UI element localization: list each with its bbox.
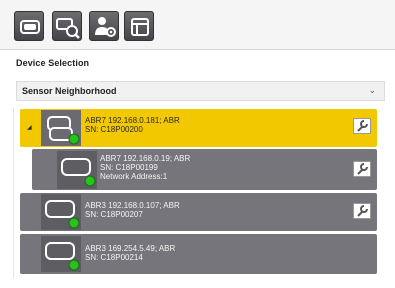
window-layout-button[interactable]	[124, 11, 154, 41]
device-search-button[interactable]	[52, 11, 82, 41]
sensor-device-icon	[41, 236, 81, 272]
tree-border	[13, 108, 14, 278]
window-layout-icon	[131, 18, 149, 36]
toolbar	[0, 0, 395, 50]
user-settings-button[interactable]	[89, 11, 119, 41]
configure-button[interactable]	[353, 203, 371, 219]
device-info: ABR7 192.168.0.19; ABR SN: C18P00199 Net…	[100, 154, 190, 181]
device-button[interactable]	[14, 11, 44, 41]
device-info: ABR7 192.168.0.181; ABR SN: C18P00200	[85, 116, 180, 134]
expand-arrow-icon[interactable]: ◢	[27, 124, 32, 131]
device-name: ABR7 192.168.0.181; ABR	[85, 116, 180, 125]
sensor-device-icon	[41, 194, 81, 230]
device-search-icon	[56, 18, 80, 39]
device-serial: SN: C18P00200	[85, 125, 143, 134]
wrench-icon	[357, 205, 368, 217]
configure-button[interactable]	[353, 118, 371, 134]
device-row[interactable]: ABR3 169.254.5.49; ABR SN: C18P00214	[20, 234, 377, 274]
chevron-down-icon: ⌄	[368, 85, 376, 95]
sensor-device-icon	[41, 110, 81, 146]
device-row-selected[interactable]: ◢ ABR7 192.168.0.181; ABR SN: C18P00200	[20, 109, 377, 147]
device-name: ABR3 169.254.5.49; ABR	[85, 244, 176, 253]
configure-button[interactable]	[353, 161, 371, 177]
device-serial: SN: C18P00199	[100, 163, 158, 172]
sensor-device-icon	[57, 151, 97, 189]
device-selection-title: Device Selection	[16, 58, 90, 68]
user-settings-icon	[95, 17, 116, 37]
device-name: ABR3 192.168.0.107; ABR	[85, 201, 180, 210]
device-serial: SN: C18P00207	[85, 210, 143, 219]
device-icon	[20, 20, 40, 34]
device-serial: SN: C18P00214	[85, 253, 143, 262]
network-address: Network Address:1	[100, 172, 168, 181]
wrench-icon	[357, 163, 368, 175]
dropdown-selected-value: Sensor Neighborhood	[22, 86, 117, 96]
device-row[interactable]: ABR3 192.168.0.107; ABR SN: C18P00207	[20, 193, 377, 231]
device-row[interactable]: ABR7 192.168.0.19; ABR SN: C18P00199 Net…	[32, 149, 377, 190]
device-name: ABR7 192.168.0.19; ABR	[100, 154, 191, 163]
neighborhood-dropdown[interactable]: Sensor Neighborhood ⌄	[16, 81, 385, 101]
device-info: ABR3 192.168.0.107; ABR SN: C18P00207	[85, 201, 180, 219]
device-info: ABR3 169.254.5.49; ABR SN: C18P00214	[85, 244, 175, 262]
wrench-icon	[357, 120, 368, 132]
